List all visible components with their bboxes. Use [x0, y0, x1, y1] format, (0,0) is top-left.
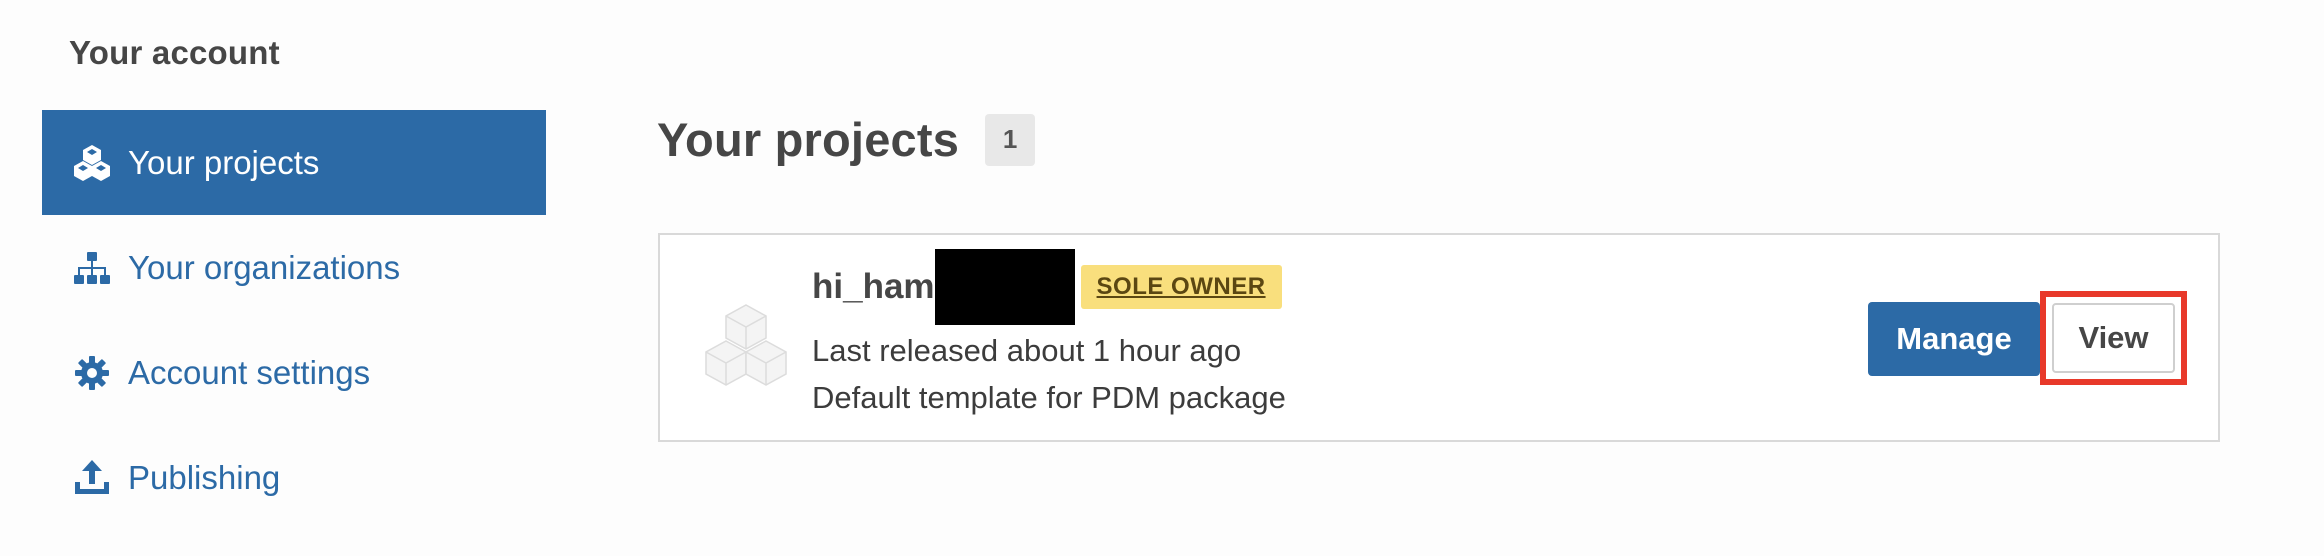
sidebar-item-publishing[interactable]: Publishing [42, 425, 546, 530]
redacted-block [934, 249, 1075, 325]
sidebar-title: Your account [69, 34, 280, 71]
account-sidebar: Your projects Your organizations Account… [42, 110, 546, 530]
sidebar-item-your-organizations[interactable]: Your organizations [42, 215, 546, 320]
sidebar-item-label: Publishing [128, 458, 281, 496]
project-logo-icon [696, 301, 796, 391]
sidebar-item-label: Your projects [128, 143, 320, 181]
project-name[interactable]: hi_ham [812, 267, 935, 307]
gear-icon [72, 353, 112, 393]
project-description: Default template for PDM package [812, 380, 1286, 415]
view-button[interactable]: View [2052, 303, 2175, 373]
account-page: Your account Your projects Your organiza… [0, 0, 2324, 556]
sidebar-item-account-settings[interactable]: Account settings [42, 320, 546, 425]
manage-button[interactable]: Manage [1868, 302, 2040, 376]
sidebar-item-label: Account settings [128, 353, 371, 391]
sitemap-icon [72, 248, 112, 288]
page-title: Your projects [657, 113, 960, 166]
project-info: hi_ham SOLE OWNER Last released about 1 … [812, 249, 1286, 423]
project-last-released: Last released about 1 hour ago [812, 333, 1242, 368]
sole-owner-badge: SOLE OWNER [1080, 265, 1282, 309]
project-count-badge: 1 [985, 113, 1036, 166]
projects-header: Your projects 1 [657, 112, 1036, 167]
upload-icon [72, 458, 112, 498]
sidebar-item-label: Your organizations [128, 248, 401, 286]
project-card: hi_ham SOLE OWNER Last released about 1 … [658, 233, 2220, 442]
sidebar-item-your-projects[interactable]: Your projects [42, 110, 546, 215]
project-name-row: hi_ham SOLE OWNER [812, 249, 1286, 325]
cubes-icon [72, 143, 112, 183]
